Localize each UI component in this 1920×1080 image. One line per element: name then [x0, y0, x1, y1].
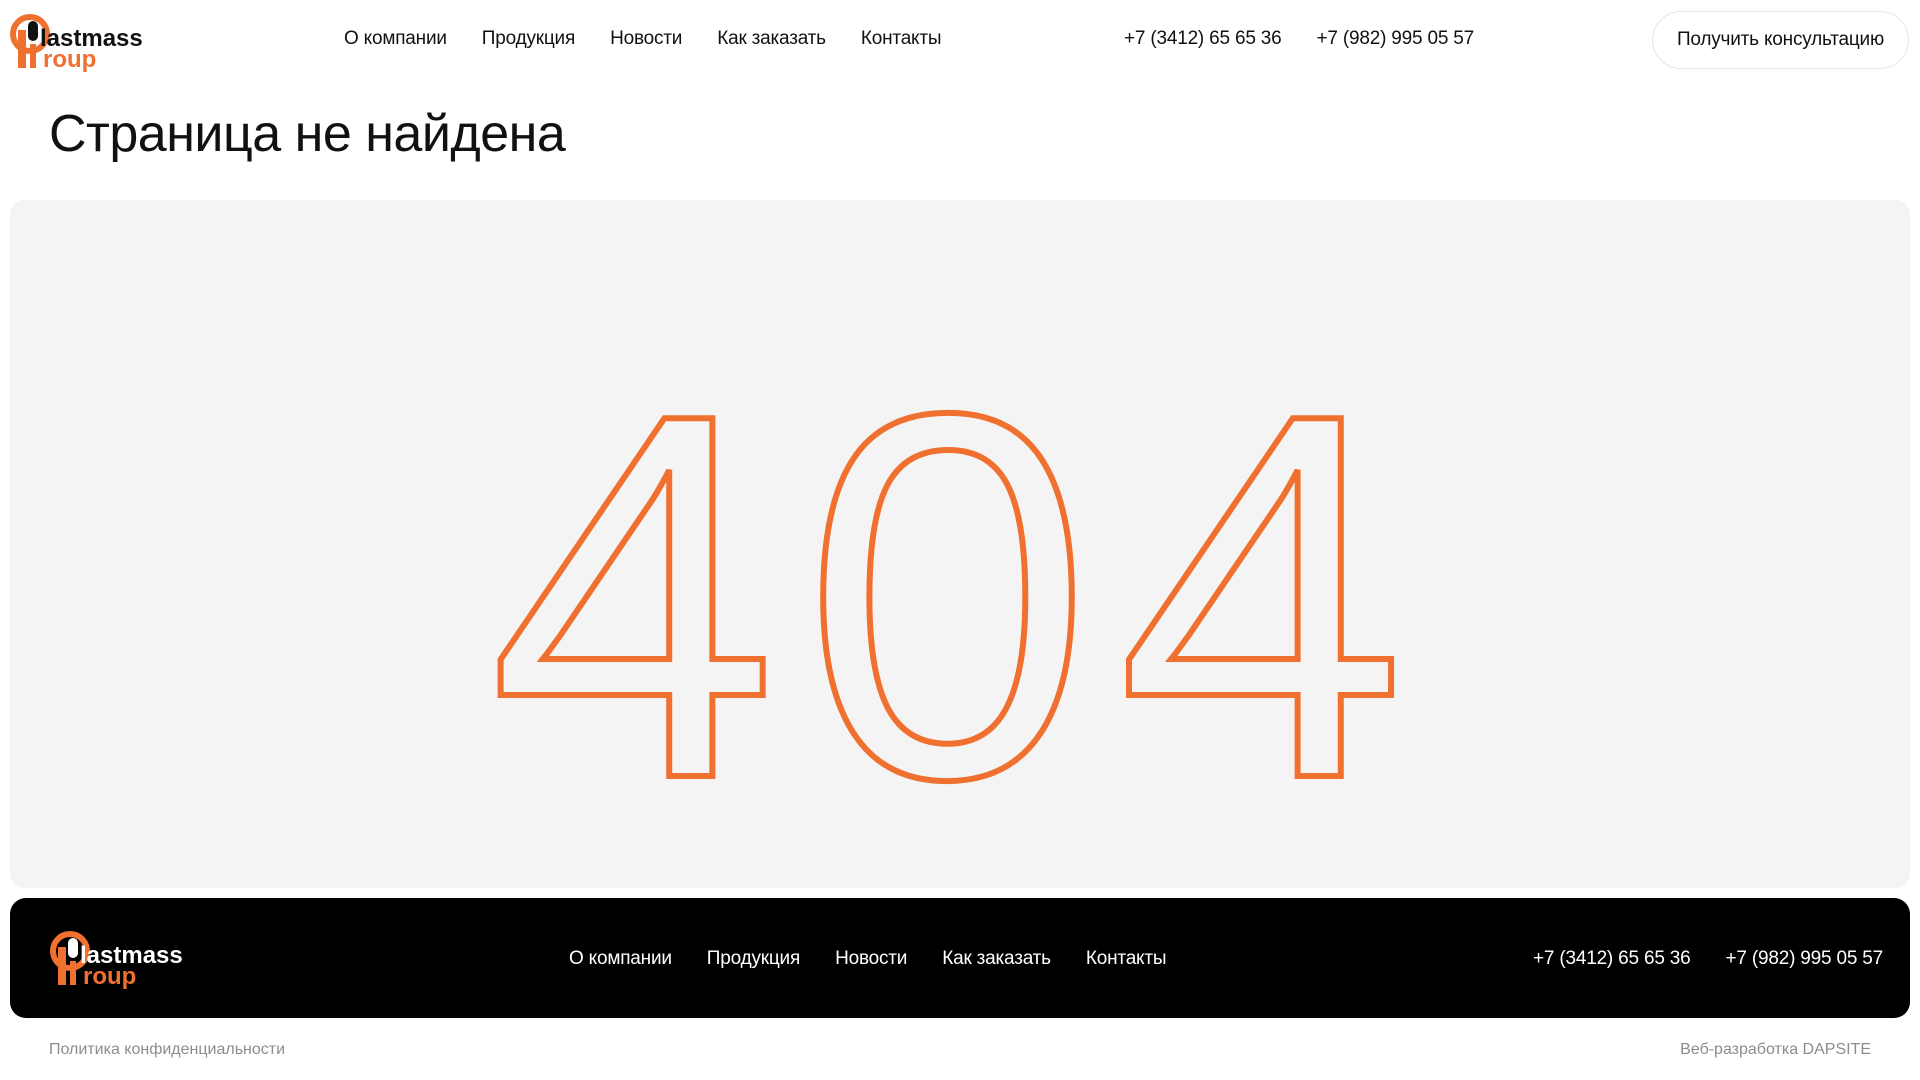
- footer-logo-link[interactable]: lastmass roup: [50, 927, 202, 990]
- error-panel: 404: [10, 200, 1910, 888]
- footer-nav: О компании Продукция Новости Как заказат…: [569, 948, 1167, 970]
- plastmass-group-logo: lastmass roup: [50, 931, 183, 990]
- nav-item-how-to-order[interactable]: Как заказать: [717, 28, 826, 50]
- nav-item-contacts[interactable]: Контакты: [861, 28, 942, 50]
- developer-credit-link[interactable]: Веб-разработка DAPSITE: [1680, 1041, 1871, 1059]
- nav-item-about[interactable]: О компании: [344, 28, 447, 50]
- footer-nav-item-products[interactable]: Продукция: [707, 948, 800, 970]
- phone-link-2[interactable]: +7 (982) 995 05 57: [1317, 28, 1475, 50]
- svg-text:roup: roup: [43, 46, 96, 72]
- svg-text:404: 404: [489, 306, 1432, 887]
- site-footer: lastmass roup О компании Продукция Новос…: [10, 898, 1910, 1018]
- footer-phones: +7 (3412) 65 65 36 +7 (982) 995 05 57: [1533, 948, 1883, 970]
- plastmass-group-logo: lastmass roup: [10, 14, 143, 73]
- footer-phone-link-1[interactable]: +7 (3412) 65 65 36: [1533, 948, 1691, 970]
- header-nav: О компании Продукция Новости Как заказат…: [344, 28, 942, 50]
- nav-item-news[interactable]: Новости: [610, 28, 682, 50]
- svg-text:roup: roup: [83, 963, 136, 989]
- phone-link-1[interactable]: +7 (3412) 65 65 36: [1124, 28, 1282, 50]
- footer-nav-item-about[interactable]: О компании: [569, 948, 672, 970]
- logo-link[interactable]: lastmass roup: [10, 10, 162, 73]
- footer-nav-item-contacts[interactable]: Контакты: [1086, 948, 1167, 970]
- footer-nav-item-how-to-order[interactable]: Как заказать: [942, 948, 1051, 970]
- consultation-button[interactable]: Получить консультацию: [1652, 11, 1909, 69]
- header-phones: +7 (3412) 65 65 36 +7 (982) 995 05 57: [1124, 28, 1474, 50]
- error-code-404: 404: [486, 303, 1432, 888]
- privacy-policy-link[interactable]: Политика конфиденциальности: [49, 1041, 285, 1059]
- footer-phone-link-2[interactable]: +7 (982) 995 05 57: [1726, 948, 1884, 970]
- footer-nav-item-news[interactable]: Новости: [835, 948, 907, 970]
- nav-item-products[interactable]: Продукция: [482, 28, 575, 50]
- site-header: lastmass roup О компании Продукция Новос…: [0, 0, 1920, 80]
- page-title: Страница не найдена: [49, 105, 566, 163]
